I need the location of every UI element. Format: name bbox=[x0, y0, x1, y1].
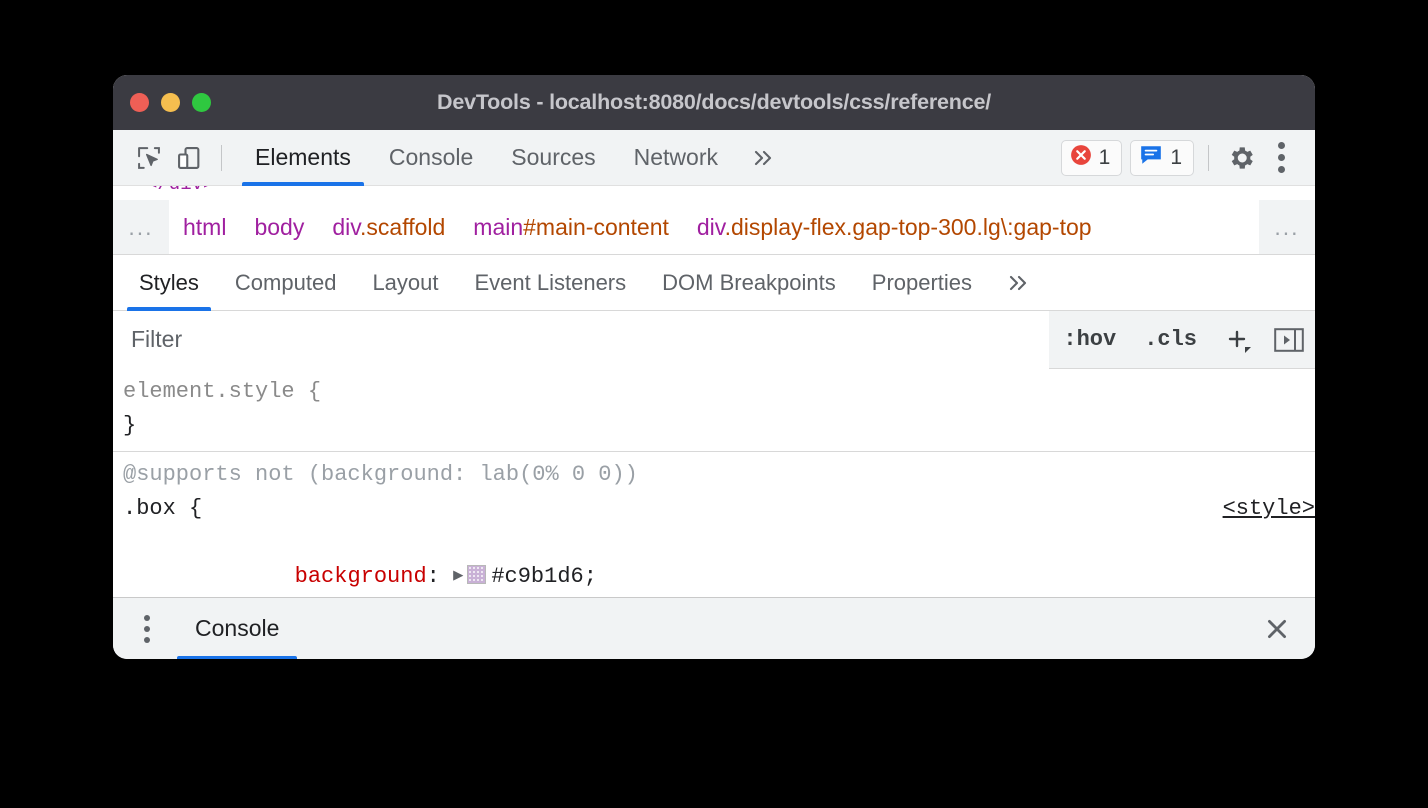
vertical-dots-icon[interactable] bbox=[1261, 138, 1301, 178]
close-window-button[interactable] bbox=[130, 93, 149, 112]
screenshot-root: DevTools - localhost:8080/docs/devtools/… bbox=[0, 0, 1428, 808]
rule-selector[interactable]: .box { bbox=[123, 492, 1315, 526]
toggle-element-classes-button[interactable]: .cls bbox=[1130, 311, 1211, 369]
zoom-window-button[interactable] bbox=[192, 93, 211, 112]
rule-at-supports: @supports not (background: lab(0% 0 0)) bbox=[123, 458, 1315, 492]
close-icon[interactable] bbox=[1257, 609, 1297, 649]
tab-computed[interactable]: Computed bbox=[217, 255, 355, 311]
tab-event-listeners-label: Event Listeners bbox=[475, 270, 627, 296]
breadcrumb-modifier: .display-flex.gap-top-300.lg\:gap-top bbox=[725, 214, 1092, 240]
declaration-value[interactable]: #c9b1d6; bbox=[491, 564, 597, 589]
breadcrumb-tag-name: main bbox=[473, 214, 523, 240]
tab-layout-label: Layout bbox=[372, 270, 438, 296]
breadcrumb-overflow-right[interactable]: ... bbox=[1259, 200, 1315, 255]
tab-styles-label: Styles bbox=[139, 270, 199, 296]
filter-input[interactable] bbox=[113, 311, 1049, 369]
breadcrumb: ... html body div.scaffold main#main-con… bbox=[113, 200, 1315, 255]
tab-computed-label: Computed bbox=[235, 270, 337, 296]
tab-dom-breakpoints-label: DOM Breakpoints bbox=[662, 270, 836, 296]
breadcrumb-tag-name: body bbox=[254, 214, 304, 240]
more-options-dots bbox=[1278, 142, 1285, 173]
tab-properties[interactable]: Properties bbox=[854, 255, 990, 311]
message-count-label: 1 bbox=[1170, 146, 1182, 170]
devtools-window: DevTools - localhost:8080/docs/devtools/… bbox=[113, 75, 1315, 659]
toolbar-right-group: 1 1 bbox=[1053, 138, 1301, 178]
tab-dom-breakpoints[interactable]: DOM Breakpoints bbox=[644, 255, 854, 311]
toolbar-divider-right bbox=[1208, 145, 1209, 171]
styles-filter-toolbar: :hov .cls bbox=[113, 311, 1315, 369]
tab-styles[interactable]: Styles bbox=[121, 255, 217, 311]
toggle-sidebar-icon[interactable] bbox=[1263, 311, 1315, 369]
tab-layout[interactable]: Layout bbox=[354, 255, 456, 311]
inspect-cursor-icon[interactable] bbox=[129, 138, 169, 178]
console-drawer: Console bbox=[113, 597, 1315, 659]
sidebar-pane-tab-list: Styles Computed Layout Event Listeners D… bbox=[113, 255, 1315, 311]
dom-tree-clipped-row: </div> bbox=[113, 186, 1315, 200]
toggle-pseudo-state-button[interactable]: :hov bbox=[1049, 311, 1130, 369]
traffic-light-group bbox=[130, 75, 211, 130]
toolbar-divider bbox=[221, 145, 222, 171]
breadcrumb-overflow-left[interactable]: ... bbox=[113, 200, 169, 255]
tab-console[interactable]: Console bbox=[370, 130, 492, 186]
tab-sources[interactable]: Sources bbox=[492, 130, 614, 186]
tab-elements[interactable]: Elements bbox=[236, 130, 370, 186]
tab-sources-label: Sources bbox=[511, 144, 595, 171]
breadcrumb-tag-name: div bbox=[332, 214, 360, 240]
tab-network[interactable]: Network bbox=[615, 130, 737, 186]
breadcrumb-items: html body div.scaffold main#main-content… bbox=[169, 214, 1315, 241]
tab-properties-label: Properties bbox=[872, 270, 972, 296]
dom-tree-clipped-text: </div> bbox=[146, 186, 214, 195]
tab-console-label: Console bbox=[389, 144, 473, 171]
rule-closing-brace: } bbox=[123, 409, 1315, 443]
drawer-tab-console-label: Console bbox=[195, 615, 279, 642]
devtools-main-toolbar: Elements Console Sources Network bbox=[113, 130, 1315, 186]
styles-rules-pane: element.style { } @supports not (backgro… bbox=[113, 369, 1315, 599]
declaration-background[interactable]: background: ▶#c9b1d6; bbox=[123, 526, 1315, 599]
message-icon bbox=[1139, 144, 1163, 171]
error-count-label: 1 bbox=[1099, 146, 1111, 170]
window-titlebar: DevTools - localhost:8080/docs/devtools/… bbox=[113, 75, 1315, 130]
tab-elements-label: Elements bbox=[255, 144, 351, 171]
error-count-badge[interactable]: 1 bbox=[1061, 140, 1123, 176]
declaration-expand-icon[interactable]: ▶ bbox=[453, 560, 463, 594]
minimize-window-button[interactable] bbox=[161, 93, 180, 112]
gear-icon[interactable] bbox=[1221, 138, 1261, 178]
color-swatch[interactable] bbox=[467, 565, 486, 584]
breadcrumb-tag-name: div bbox=[697, 214, 725, 240]
new-style-rule-button[interactable] bbox=[1211, 311, 1263, 369]
style-rule-element-style[interactable]: element.style { } bbox=[113, 369, 1315, 452]
declaration-property-name[interactable]: background bbox=[295, 564, 427, 589]
tab-event-listeners[interactable]: Event Listeners bbox=[457, 255, 645, 311]
drawer-tab-console[interactable]: Console bbox=[177, 598, 297, 660]
drawer-more-options-icon[interactable] bbox=[125, 598, 169, 660]
breadcrumb-item-div-display-flex[interactable]: div.display-flex.gap-top-300.lg\:gap-top bbox=[683, 214, 1106, 241]
breadcrumb-item-html[interactable]: html bbox=[169, 214, 240, 241]
vertical-dots-icon bbox=[144, 615, 150, 643]
error-circle-icon bbox=[1070, 144, 1092, 171]
more-panels-icon[interactable] bbox=[737, 130, 791, 186]
more-sidebar-panes-icon[interactable] bbox=[990, 255, 1048, 311]
breadcrumb-modifier: #main-content bbox=[523, 214, 669, 240]
tab-network-label: Network bbox=[634, 144, 718, 171]
style-rule-box[interactable]: @supports not (background: lab(0% 0 0)) … bbox=[113, 452, 1315, 599]
message-count-badge[interactable]: 1 bbox=[1130, 140, 1194, 176]
rule-selector[interactable]: element.style { bbox=[123, 375, 1315, 409]
panel-tab-list: Elements Console Sources Network bbox=[236, 130, 791, 186]
breadcrumb-item-body[interactable]: body bbox=[240, 214, 318, 241]
window-title: DevTools - localhost:8080/docs/devtools/… bbox=[113, 90, 1315, 115]
device-toolbar-icon[interactable] bbox=[169, 138, 209, 178]
breadcrumb-item-div-scaffold[interactable]: div.scaffold bbox=[318, 214, 459, 241]
stylesheet-source-link[interactable]: <style> bbox=[1223, 492, 1315, 526]
breadcrumb-item-main-content[interactable]: main#main-content bbox=[459, 214, 683, 241]
breadcrumb-modifier: .scaffold bbox=[360, 214, 445, 240]
breadcrumb-tag-name: html bbox=[183, 214, 226, 240]
